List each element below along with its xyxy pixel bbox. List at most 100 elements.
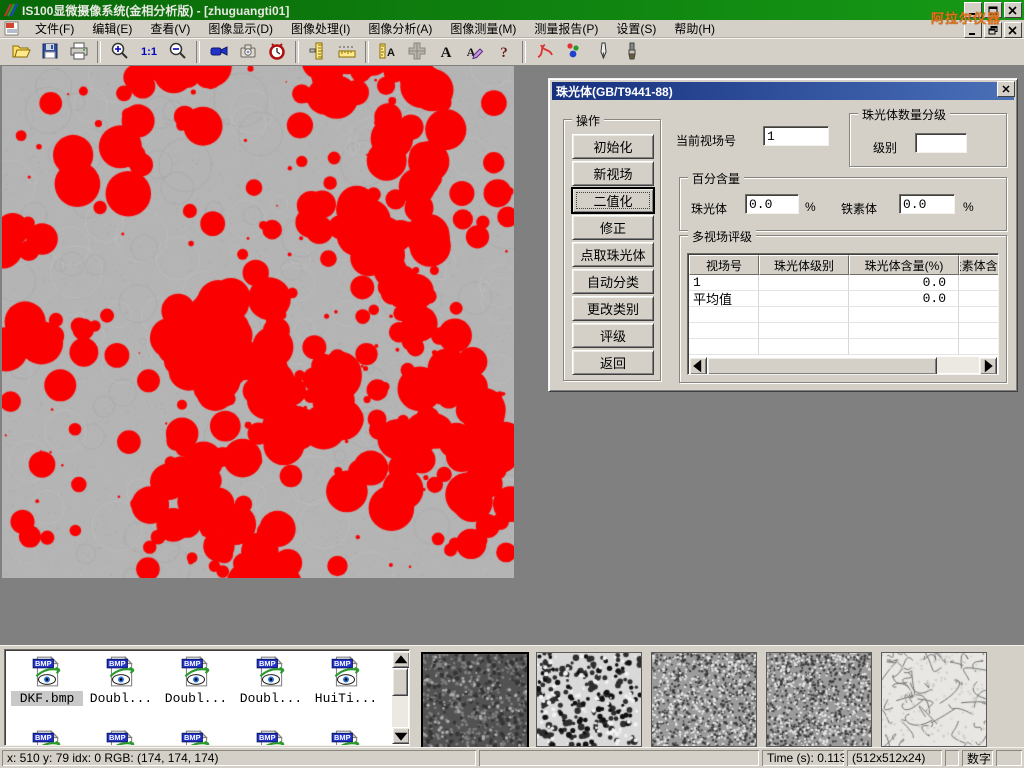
photo-camera-button[interactable] — [234, 39, 261, 65]
file-scroll-up-button[interactable] — [392, 651, 410, 668]
menu-item-edit[interactable]: 编辑(E) — [83, 21, 141, 37]
menu-item-view[interactable]: 查看(V) — [141, 21, 199, 37]
text-button[interactable]: A — [432, 39, 459, 65]
timer-button[interactable] — [263, 39, 290, 65]
multifield-group-label: 多视场评级 — [688, 228, 756, 245]
ruler-button[interactable] — [333, 39, 360, 65]
caliper-button[interactable] — [304, 39, 331, 65]
current-field-input[interactable] — [763, 126, 829, 146]
operation-group: 操作 初始化新视场二值化修正点取珠光体自动分类更改类别评级返回 — [563, 119, 661, 381]
column-header[interactable]: 铁素体含量(%) — [959, 255, 999, 275]
table-row[interactable] — [689, 323, 999, 339]
menu-item-image-analysis[interactable]: 图像分析(A) — [359, 21, 441, 37]
menu-item-file[interactable]: 文件(F) — [26, 21, 83, 37]
window-title: IS100显微摄像系统(金相分析版) - [zhuguangti01] — [22, 2, 289, 19]
column-header[interactable]: 视场号 — [689, 255, 759, 275]
text-icon: A — [436, 41, 456, 64]
file-scrollbar[interactable] — [392, 651, 408, 744]
ferrite-value-input[interactable] — [899, 194, 955, 214]
preview-thumbnail[interactable] — [651, 652, 757, 747]
document-icon[interactable] — [4, 21, 20, 36]
file-item[interactable]: BMP — [85, 728, 157, 746]
change-class-button[interactable]: 更改类别 — [572, 296, 654, 321]
zoom-out-button[interactable] — [164, 39, 191, 65]
table-scroll-right-button[interactable] — [979, 357, 997, 375]
file-item[interactable]: BMP — [160, 728, 232, 746]
svg-text:BMP: BMP — [334, 659, 351, 668]
column-header[interactable]: 珠光体含量(%) — [849, 255, 959, 275]
pick-pearlite-button[interactable]: 点取珠光体 — [572, 242, 654, 267]
file-name: Doubl... — [160, 691, 232, 706]
preview-thumbnail[interactable] — [766, 652, 872, 747]
level-input[interactable] — [915, 133, 967, 153]
table-scroll-track[interactable] — [937, 357, 979, 373]
table-cell: 0.0 — [849, 275, 959, 291]
rate-button[interactable]: 评级 — [572, 323, 654, 348]
table-cell: 1 — [689, 275, 759, 291]
menu-item-image-measure[interactable]: 图像测量(M) — [441, 21, 525, 37]
zoom-in-button[interactable] — [106, 39, 133, 65]
preview-thumbnail[interactable] — [536, 652, 642, 747]
file-item[interactable]: BMP — [235, 728, 307, 746]
file-scroll-down-button[interactable] — [392, 727, 410, 744]
measure-text-button[interactable]: A — [374, 39, 401, 65]
level-label: 级别 — [873, 139, 897, 156]
new-field-button[interactable]: 新视场 — [572, 161, 654, 186]
brush-button[interactable] — [618, 39, 645, 65]
svg-text:BMP: BMP — [109, 733, 126, 742]
table-scroll-thumb[interactable] — [707, 357, 937, 375]
correct-button[interactable]: 修正 — [572, 215, 654, 240]
table-hscrollbar[interactable] — [689, 357, 997, 373]
curve-button[interactable] — [531, 39, 558, 65]
field-table[interactable]: 视场号珠光体级别珠光体含量(%)铁素体含量(%)10.0平均值0.0 — [687, 253, 999, 375]
file-item[interactable]: BMPDoubl... — [160, 654, 232, 706]
table-row[interactable]: 平均值0.0 — [689, 291, 999, 307]
help-button[interactable]: ? — [490, 39, 517, 65]
file-item[interactable]: BMPDoubl... — [85, 654, 157, 706]
grading-group-label: 珠光体数量分级 — [858, 106, 950, 123]
column-header[interactable]: 珠光体级别 — [759, 255, 849, 275]
pearlite-value-input[interactable] — [745, 194, 799, 214]
timer-icon — [267, 41, 287, 64]
new-field-button-label: 新视场 — [593, 164, 632, 183]
micrograph-image[interactable] — [2, 66, 514, 578]
dialog-close-button[interactable] — [997, 81, 1015, 97]
file-item[interactable]: BMPDoubl... — [235, 654, 307, 706]
open-button[interactable] — [7, 39, 34, 65]
table-scroll-left-button[interactable] — [689, 357, 707, 375]
table-row[interactable] — [689, 307, 999, 323]
initialize-button[interactable]: 初始化 — [572, 134, 654, 159]
file-item[interactable]: BMPDKF.bmp — [11, 654, 83, 706]
zoom-in-icon — [110, 41, 130, 64]
video-camera-button[interactable] — [205, 39, 232, 65]
watermark-text: 阿拉尔仪器 — [931, 8, 1001, 27]
grid-button[interactable] — [403, 39, 430, 65]
table-row[interactable]: 10.0 — [689, 275, 999, 291]
binarize-button[interactable]: 二值化 — [572, 188, 654, 213]
file-scroll-thumb[interactable] — [392, 668, 408, 696]
menu-item-help[interactable]: 帮助(H) — [665, 21, 724, 37]
markers-button[interactable] — [560, 39, 587, 65]
close-button[interactable] — [1004, 2, 1022, 18]
print-button[interactable] — [65, 39, 92, 65]
table-cell — [959, 275, 999, 291]
file-item[interactable]: BMPHuiTi... — [310, 654, 382, 706]
mdi-close-button[interactable] — [1004, 22, 1022, 38]
menu-item-image-processing[interactable]: 图像处理(I) — [282, 21, 359, 37]
menu-item-image-display[interactable]: 图像显示(D) — [199, 21, 282, 37]
save-button[interactable] — [36, 39, 63, 65]
preview-thumbnail[interactable] — [881, 652, 987, 747]
table-row[interactable] — [689, 339, 999, 355]
return-button[interactable]: 返回 — [572, 350, 654, 375]
actual-size-button[interactable]: 1:1 — [135, 39, 162, 65]
menu-item-settings[interactable]: 设置(S) — [607, 21, 665, 37]
annotate-button[interactable]: A — [461, 39, 488, 65]
preview-thumbnail[interactable] — [421, 652, 529, 749]
auto-classify-button[interactable]: 自动分类 — [572, 269, 654, 294]
pen-button[interactable] — [589, 39, 616, 65]
file-item[interactable]: BMP — [11, 728, 83, 746]
dialog-title-bar[interactable]: 珠光体(GB/T9441-88) — [552, 82, 1014, 100]
table-cell — [759, 291, 849, 307]
menu-item-measure-report[interactable]: 测量报告(P) — [525, 21, 607, 37]
file-item[interactable]: BMP — [310, 728, 382, 746]
